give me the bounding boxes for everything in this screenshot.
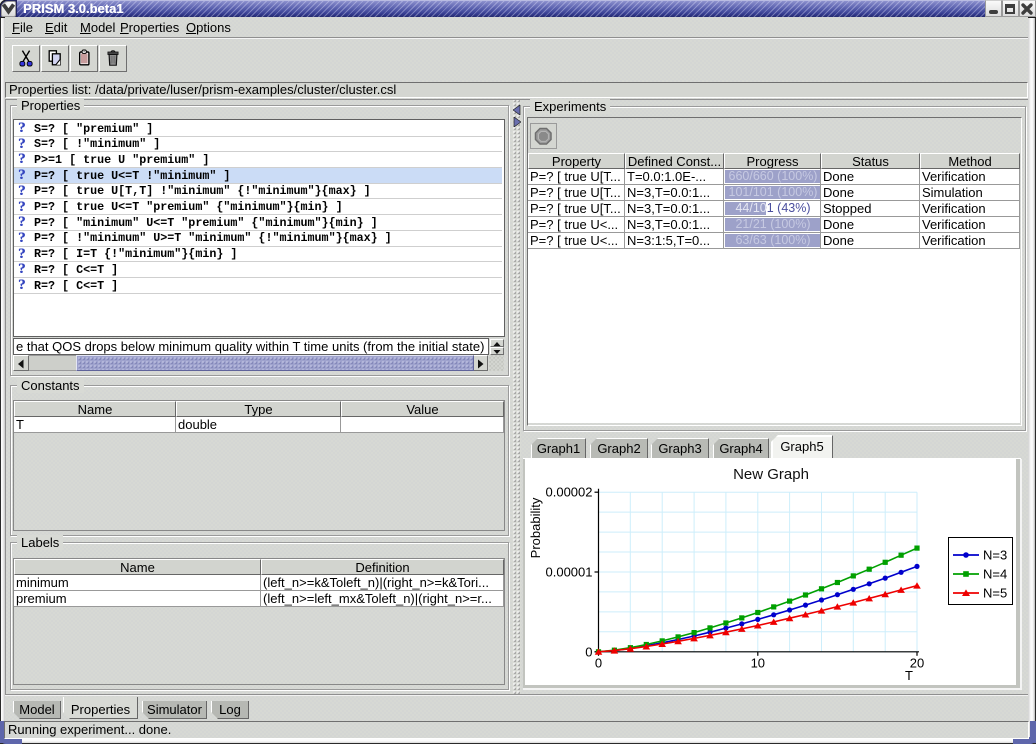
svg-text:0: 0 bbox=[585, 644, 592, 659]
svg-text:Probability: Probability bbox=[528, 497, 543, 558]
svg-text:N=5: N=5 bbox=[983, 586, 1007, 601]
svg-text:New Graph: New Graph bbox=[733, 466, 809, 483]
svg-text:N=4: N=4 bbox=[983, 567, 1007, 582]
svg-text:0.00002: 0.00002 bbox=[546, 485, 593, 500]
svg-text:T: T bbox=[905, 668, 913, 683]
svg-text:0.00001: 0.00001 bbox=[546, 565, 593, 580]
svg-text:10: 10 bbox=[751, 655, 765, 670]
svg-text:0: 0 bbox=[595, 655, 602, 670]
svg-text:N=3: N=3 bbox=[983, 548, 1007, 563]
